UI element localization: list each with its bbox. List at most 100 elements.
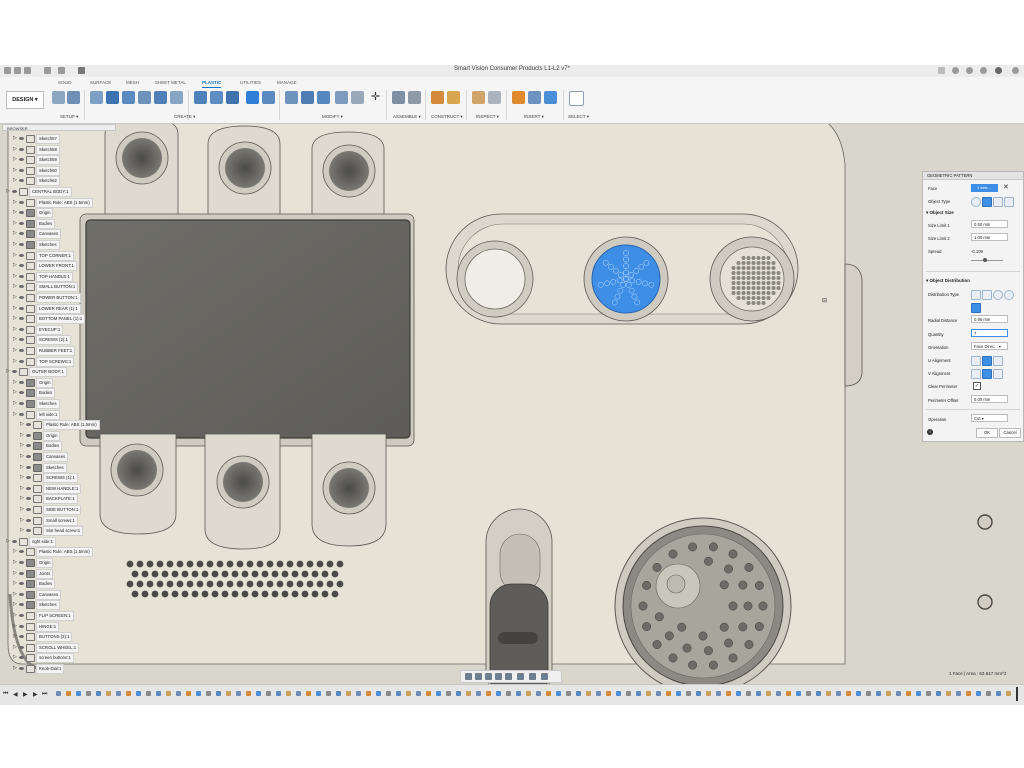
expand-arrow-icon[interactable]: ▷ (13, 548, 17, 554)
perimeter-offset-input[interactable]: 0.00 mm (971, 395, 1008, 403)
axis-icon[interactable] (447, 91, 460, 104)
timeline-feature-icon[interactable] (816, 691, 821, 696)
expand-arrow-icon[interactable]: ▷ (20, 421, 24, 427)
expand-arrow-icon[interactable]: ▷ (13, 326, 17, 332)
expand-arrow-icon[interactable]: ▷ (13, 241, 17, 247)
visibility-eye-icon[interactable] (12, 370, 17, 374)
orbit-icon[interactable] (465, 673, 472, 680)
timeline-feature-icon[interactable] (246, 691, 251, 696)
snap-fit-icon[interactable] (194, 91, 207, 104)
visibility-eye-icon[interactable] (26, 476, 31, 480)
visibility-eye-icon[interactable] (19, 306, 24, 310)
timeline-feature-icon[interactable] (386, 691, 391, 696)
visibility-eye-icon[interactable] (19, 243, 24, 246)
expand-arrow-icon[interactable]: ▷ (13, 358, 17, 364)
clear-selection-icon[interactable]: ✕ (1003, 183, 1009, 191)
spread-slider-thumb[interactable] (983, 258, 988, 262)
expand-arrow-icon[interactable]: ▷ (13, 411, 17, 417)
3d-viewport[interactable]: ⊟ FRONT (0, 124, 1024, 684)
expand-arrow-icon[interactable]: ▷ (13, 273, 17, 279)
timeline-feature-icon[interactable] (956, 691, 961, 696)
expand-arrow-icon[interactable]: ▷ (13, 612, 17, 618)
timeline-feature-icon[interactable] (566, 691, 571, 696)
timeline-feature-icon[interactable] (506, 691, 511, 696)
notification-icon[interactable] (966, 67, 973, 74)
visibility-eye-icon[interactable] (12, 190, 17, 193)
timeline-feature-icon[interactable] (416, 691, 421, 696)
timeline-feature-icon[interactable] (786, 691, 791, 696)
u-align-center-icon[interactable] (982, 356, 992, 366)
timeline-feature-icon[interactable] (406, 691, 411, 696)
object-distribution-header[interactable]: ▾ Object Distribution (926, 278, 970, 284)
select-icon[interactable] (569, 91, 584, 106)
create-sketch-icon[interactable] (90, 91, 103, 104)
v-align-top-icon[interactable] (971, 369, 981, 379)
visibility-eye-icon[interactable] (19, 402, 24, 405)
expand-arrow-icon[interactable]: ▷ (13, 199, 17, 205)
timeline-feature-icon[interactable] (216, 691, 221, 696)
expand-arrow-icon[interactable]: ▷ (6, 368, 10, 374)
scale-icon[interactable] (351, 91, 364, 104)
timeline-feature-icon[interactable] (536, 691, 541, 696)
cancel-button[interactable]: Cancel (999, 428, 1021, 438)
timeline-feature-icon[interactable] (356, 691, 361, 696)
timeline-feature-icon[interactable] (56, 691, 61, 696)
operation-dropdown[interactable]: Cut ▾ (971, 414, 1008, 422)
timeline-feature-icon[interactable] (546, 691, 551, 696)
timeline-feature-icon[interactable] (186, 691, 191, 696)
visibility-eye-icon[interactable] (19, 147, 24, 151)
visibility-eye-icon[interactable] (26, 433, 31, 437)
visibility-eye-icon[interactable] (19, 221, 24, 225)
timeline-feature-icon[interactable] (996, 691, 1001, 696)
timeline-feature-icon[interactable] (756, 691, 761, 696)
joint-icon[interactable] (408, 91, 421, 104)
size-limit-1-input[interactable]: 0.50 mm (971, 220, 1008, 228)
timeline-feature-icon[interactable] (256, 691, 261, 696)
lip-groove-icon[interactable] (210, 91, 223, 104)
display-settings-icon[interactable] (517, 673, 524, 680)
visibility-eye-icon[interactable] (19, 614, 24, 617)
move-icon[interactable]: ✛ (369, 91, 382, 104)
expand-arrow-icon[interactable]: ▷ (13, 389, 17, 395)
visibility-eye-icon[interactable] (26, 518, 31, 522)
distribution-point-icon[interactable] (971, 303, 981, 313)
group-create[interactable]: CREATE (174, 114, 195, 120)
timeline-feature-icon[interactable] (276, 691, 281, 696)
timeline-feature-icon[interactable] (166, 691, 171, 696)
group-inspect[interactable]: INSPECT (476, 114, 499, 120)
new-component-icon[interactable] (392, 91, 405, 104)
timeline-feature-icon[interactable] (466, 691, 471, 696)
expand-arrow-icon[interactable]: ▷ (20, 506, 24, 512)
group-assemble[interactable]: ASSEMBLE (393, 114, 421, 120)
visibility-eye-icon[interactable] (19, 656, 24, 660)
timeline-feature-icon[interactable] (486, 691, 491, 696)
timeline-feature-icon[interactable] (876, 691, 881, 696)
clear-perimeter-checkbox[interactable]: ✓ (973, 382, 981, 390)
expand-arrow-icon[interactable]: ▷ (13, 230, 17, 236)
visibility-eye-icon[interactable] (19, 211, 24, 215)
timeline-feature-icon[interactable] (1006, 691, 1011, 696)
timeline-feature-icon[interactable] (936, 691, 941, 696)
visibility-eye-icon[interactable] (19, 168, 24, 172)
timeline-feature-icon[interactable] (856, 691, 861, 696)
timeline-feature-icon[interactable] (476, 691, 481, 696)
help-icon[interactable] (980, 67, 987, 74)
expand-arrow-icon[interactable]: ▷ (20, 485, 24, 491)
expand-arrow-icon[interactable]: ▷ (13, 665, 17, 671)
timeline-feature-icon[interactable] (136, 691, 141, 696)
extrude-icon[interactable] (106, 91, 119, 104)
insert-derive-icon[interactable] (512, 91, 525, 104)
timeline-feature-icon[interactable] (226, 691, 231, 696)
visibility-eye-icon[interactable] (19, 561, 24, 564)
visibility-eye-icon[interactable] (19, 253, 24, 257)
u-align-right-icon[interactable] (993, 356, 1003, 366)
expand-arrow-icon[interactable]: ▷ (13, 252, 17, 258)
expand-arrow-icon[interactable]: ▷ (13, 156, 17, 162)
expand-arrow-icon[interactable]: ▷ (13, 283, 17, 289)
expand-arrow-icon[interactable]: ▷ (20, 517, 24, 523)
timeline-feature-icon[interactable] (366, 691, 371, 696)
timeline-feature-icon[interactable] (656, 691, 661, 696)
timeline-feature-icon[interactable] (66, 691, 71, 696)
expand-arrow-icon[interactable]: ▷ (13, 294, 17, 300)
square-object-icon[interactable] (993, 197, 1003, 207)
